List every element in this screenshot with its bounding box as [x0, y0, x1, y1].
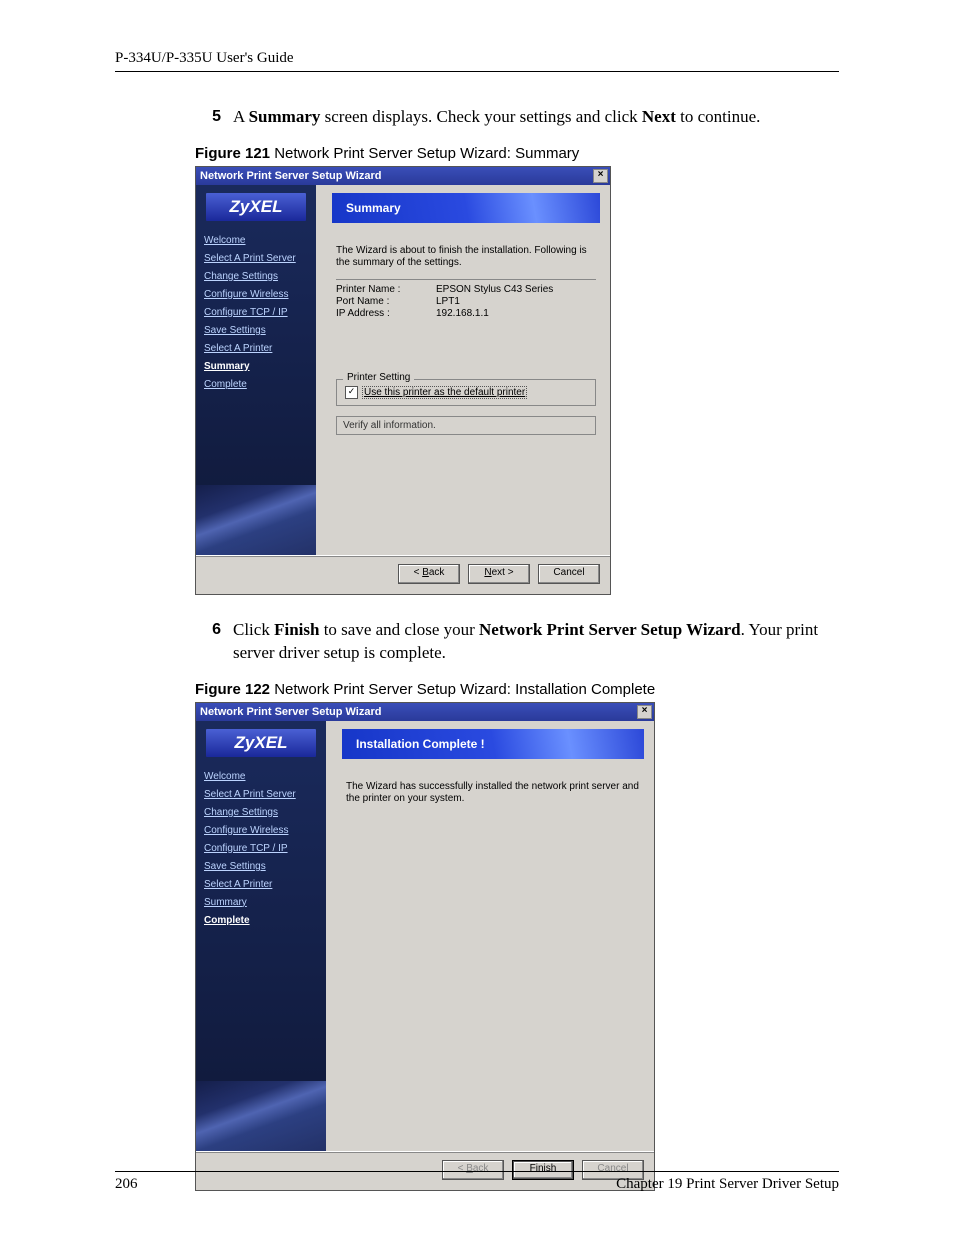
printer-setting-fieldset: Printer Setting ✓ Use this printer as th…: [336, 379, 596, 406]
running-header: P-334U/P-335U User's Guide: [115, 50, 839, 72]
close-icon[interactable]: ×: [637, 705, 652, 719]
wizard-title: Network Print Server Setup Wizard: [200, 706, 381, 718]
wizard-summary: Network Print Server Setup Wizard × ZyXE…: [195, 166, 611, 595]
panel-heading: Installation Complete !: [342, 729, 644, 759]
info-value: EPSON Stylus C43 Series: [436, 284, 596, 295]
default-printer-checkbox[interactable]: ✓: [345, 386, 358, 399]
wizard-button-row: < Back Next > Cancel: [196, 555, 610, 594]
sidebar-step[interactable]: Select A Print Server: [204, 789, 318, 800]
wizard-title: Network Print Server Setup Wizard: [200, 170, 381, 182]
sidebar-step[interactable]: Save Settings: [204, 325, 308, 336]
sidebar-step-active[interactable]: Complete: [204, 915, 318, 926]
sidebar-step[interactable]: Complete: [204, 379, 308, 390]
step-number: 5: [195, 106, 221, 129]
wizard-complete: Network Print Server Setup Wizard × ZyXE…: [195, 702, 655, 1191]
step-6: 6 Click Finish to save and close your Ne…: [195, 619, 839, 665]
info-value: 192.168.1.1: [436, 308, 596, 319]
sidebar-step[interactable]: Select A Print Server: [204, 253, 308, 264]
wizard-side: ZyXEL Welcome Select A Print Server Chan…: [196, 721, 326, 1151]
info-value: LPT1: [436, 296, 596, 307]
panel-heading: Summary: [332, 193, 600, 223]
step-5: 5 A Summary screen displays. Check your …: [195, 106, 839, 129]
panel-description: The Wizard is about to finish the instal…: [336, 245, 596, 269]
close-icon[interactable]: ×: [593, 169, 608, 183]
sidebar-step[interactable]: Change Settings: [204, 807, 318, 818]
sidebar-step[interactable]: Save Settings: [204, 861, 318, 872]
figure-122-caption: Figure 122 Network Print Server Setup Wi…: [195, 681, 839, 698]
panel-description: The Wizard has successfully installed th…: [346, 781, 640, 805]
verify-text: Verify all information.: [336, 416, 596, 435]
chapter-title: Chapter 19 Print Server Driver Setup: [616, 1176, 839, 1193]
sidebar-step-active[interactable]: Summary: [204, 361, 308, 372]
step-text: A Summary screen displays. Check your se…: [233, 106, 839, 129]
info-label: Printer Name :: [336, 284, 436, 295]
page-footer: 206 Chapter 19 Print Server Driver Setup: [115, 1171, 839, 1193]
next-button[interactable]: Next >: [468, 564, 530, 584]
wizard-main: Summary The Wizard is about to finish th…: [316, 185, 610, 555]
sidebar-step[interactable]: Select A Printer: [204, 879, 318, 890]
fieldset-legend: Printer Setting: [343, 372, 414, 383]
figure-121-caption: Figure 121 Network Print Server Setup Wi…: [195, 145, 839, 162]
wizard-titlebar: Network Print Server Setup Wizard ×: [196, 167, 610, 185]
settings-summary: Printer Name :EPSON Stylus C43 Series Po…: [336, 279, 596, 319]
info-label: Port Name :: [336, 296, 436, 307]
cancel-button[interactable]: Cancel: [538, 564, 600, 584]
step-text: Click Finish to save and close your Netw…: [233, 619, 839, 665]
wizard-steps-list: Welcome Select A Print Server Change Set…: [196, 771, 326, 926]
sidebar-step[interactable]: Select A Printer: [204, 343, 308, 354]
side-art: [196, 1081, 326, 1151]
sidebar-step[interactable]: Welcome: [204, 235, 308, 246]
back-button[interactable]: < Back: [398, 564, 460, 584]
info-label: IP Address :: [336, 308, 436, 319]
sidebar-step[interactable]: Configure Wireless: [204, 289, 308, 300]
sidebar-step[interactable]: Configure Wireless: [204, 825, 318, 836]
default-printer-label: Use this printer as the default printer: [362, 386, 527, 399]
wizard-titlebar: Network Print Server Setup Wizard ×: [196, 703, 654, 721]
step-number: 6: [195, 619, 221, 665]
sidebar-step[interactable]: Summary: [204, 897, 318, 908]
brand-logo: ZyXEL: [206, 729, 316, 757]
sidebar-step[interactable]: Welcome: [204, 771, 318, 782]
sidebar-step[interactable]: Configure TCP / IP: [204, 843, 318, 854]
wizard-steps-list: Welcome Select A Print Server Change Set…: [196, 235, 316, 390]
page-number: 206: [115, 1176, 138, 1193]
sidebar-step[interactable]: Configure TCP / IP: [204, 307, 308, 318]
wizard-side: ZyXEL Welcome Select A Print Server Chan…: [196, 185, 316, 555]
sidebar-step[interactable]: Change Settings: [204, 271, 308, 282]
side-art: [196, 485, 316, 555]
wizard-main: Installation Complete ! The Wizard has s…: [326, 721, 654, 1151]
brand-logo: ZyXEL: [206, 193, 306, 221]
